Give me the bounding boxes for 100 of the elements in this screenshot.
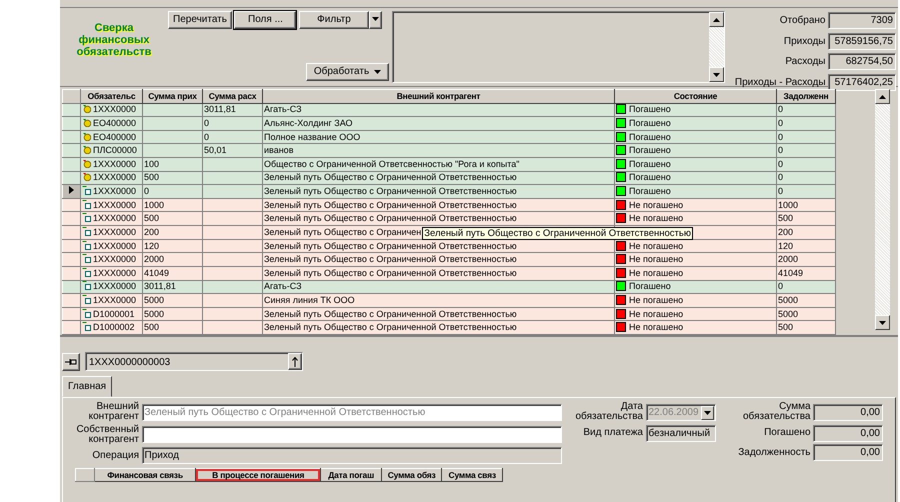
process-button[interactable]: Обработать: [306, 63, 390, 81]
table-cell: Зеленый путь Общество с Ограниченной Ответственностью: [262, 239, 614, 253]
table-cell: 100: [142, 158, 202, 172]
column-header: [76, 468, 95, 482]
document-icon: [82, 281, 91, 290]
document-icon: [82, 268, 91, 277]
table-cell: 0: [776, 144, 836, 158]
column-header: Финансовая связь: [94, 468, 196, 482]
status-text: Погашено: [629, 158, 671, 169]
table-cell: 500: [142, 320, 202, 334]
table-cell: 0: [776, 280, 836, 294]
table-cell: 50,01: [202, 144, 262, 158]
input-field[interactable]: 0,00: [813, 444, 883, 461]
status-text: Погашено: [629, 172, 671, 182]
column-header: [62, 90, 80, 104]
table-cell: 500: [776, 212, 836, 226]
table-cell: 0: [776, 171, 836, 185]
table-row[interactable]: 1XXX0000 41049 Зеленый путь Общество с Ограниченной Ответственностью Не погашено 41049: [62, 266, 836, 280]
table-row[interactable]: 1XXX0000 3011,81 Агать-СЗ Погашено 0: [62, 103, 836, 117]
table-cell: 1XXX0000: [93, 268, 136, 278]
table-cell: 120: [776, 239, 836, 253]
input-field[interactable]: Приход: [142, 447, 562, 464]
table-row[interactable]: ЕО400000 0 Полное название ООО Погашено 0: [62, 130, 836, 144]
stat-value: 57859156,75: [828, 32, 896, 50]
row-pointer-icon: [69, 186, 74, 194]
table-row[interactable]: 1XXX0000 0 Зеленый путь Общество с Ограниченной Ответственностью Погашено 0: [62, 184, 836, 198]
table-row[interactable]: D1000001 5000 Зеленый путь Общество с Ограниченной Ответственностью Не погашено 5000: [62, 307, 836, 321]
field-label: Дата обязательства: [574, 402, 643, 422]
field-label: Задолженность: [737, 448, 810, 458]
coin-icon: [82, 132, 91, 141]
table-cell: 500: [776, 320, 836, 334]
table-row[interactable]: 1XXX0000 5000 Синяя линия ТК ООО Не погашено 5000: [62, 294, 836, 308]
input-field[interactable]: 0,00: [813, 404, 883, 420]
column-header: Задолженн: [776, 90, 836, 104]
table-row[interactable]: D1000002 500 Зеленый путь Общество с Ограниченной Ответственностью Не погашено 500: [62, 320, 836, 334]
table-cell: 1000: [776, 198, 836, 212]
table-row[interactable]: 1XXX0000 2000 Зеленый путь Общество с Ограниченной Ответственностью Не погашено 2000: [62, 252, 836, 266]
table-cell: ЕО400000: [93, 132, 136, 142]
input-field[interactable]: Зеленый путь Общество с Ограниченной Ответственностью: [142, 404, 562, 420]
reread-button[interactable]: Перечитать: [168, 11, 232, 29]
status-text: Погашено: [629, 186, 671, 196]
status-text: Погашено: [629, 145, 671, 156]
input-field[interactable]: 0,00: [813, 424, 883, 442]
tab[interactable]: Главная: [62, 376, 112, 397]
input-field[interactable]: безналичный: [646, 424, 716, 442]
table-cell: 1XXX0000: [93, 281, 136, 292]
column-header: Внешний контрагент: [262, 90, 614, 104]
column-header: Сумма обяз: [381, 468, 442, 482]
memo-field[interactable]: [392, 11, 726, 83]
table-row[interactable]: ПЛС00000 50,01 иванов Погашено 0: [62, 144, 836, 158]
scrollbar[interactable]: [709, 12, 724, 82]
filter-button[interactable]: Фильтр: [298, 11, 369, 29]
table-cell: 0: [776, 158, 836, 172]
table-cell: 0: [776, 116, 836, 130]
document-icon: [82, 226, 91, 236]
table-cell: 1XXX0000: [93, 240, 136, 250]
table-cell: 1XXX0000: [93, 200, 136, 210]
table-row[interactable]: 1XXX0000 3011,81 Агать-СЗ Погашено 0: [62, 280, 836, 294]
status-text: Не погашено: [629, 294, 684, 305]
table-row[interactable]: 1XXX0000 120 Зеленый путь Общество с Ограниченной Ответственностью Не погашено 120: [62, 239, 836, 253]
page-title: Сверка финансовых обязательств: [76, 21, 152, 60]
coin-icon: [82, 145, 91, 154]
stat-label: Расходы: [784, 55, 826, 69]
table-cell: 0: [202, 116, 262, 130]
pin-button[interactable]: [62, 352, 80, 370]
column-header: Сумма прих: [142, 90, 202, 104]
table-cell: 3011,81: [202, 103, 262, 117]
status-text: Не погашено: [629, 268, 684, 278]
caret-icon: [372, 17, 379, 22]
document-icon: [82, 213, 91, 222]
table-row[interactable]: 1XXX0000 100 Общество с Ограниченной Ответсвенностью "Рога и копыта" Погашено 0: [62, 158, 836, 172]
pin-icon: [65, 358, 77, 366]
status-text: Не погашено: [629, 240, 684, 250]
input-field[interactable]: [142, 426, 562, 443]
table-cell: иванов: [262, 144, 614, 158]
caret-icon: [374, 70, 382, 74]
table-cell: Зеленый путь Общество с Ограниченной Ответственностью: [262, 307, 614, 321]
table-cell: Зеленый путь Общество с Ограниченной Ответственностью: [262, 266, 614, 280]
column-header: В процессе погашения: [196, 468, 321, 482]
row-selector[interactable]: [62, 184, 80, 198]
field-label: Вид платежа: [582, 428, 643, 438]
table-cell: 500: [142, 171, 202, 185]
scrollbar[interactable]: [875, 89, 890, 330]
table-cell: D1000002: [93, 322, 135, 332]
table-cell: Общество с Ограниченной Ответсвенностью "Рога и копыта": [262, 158, 614, 172]
table-row[interactable]: 1XXX0000 500 Зеленый путь Общество с Ограниченной Ответственностью Не погашено 500: [62, 212, 836, 226]
dropdown-button[interactable]: [368, 11, 382, 29]
table-cell: 0: [202, 130, 262, 144]
status-text: Не погашено: [629, 308, 684, 319]
table-cell: 41049: [142, 266, 202, 280]
status-text: Погашено: [629, 104, 671, 114]
table-row[interactable]: ЕО400000 0 Альянс-Холдинг ЗАО Погашено 0: [62, 116, 836, 130]
document-icon: [82, 254, 91, 264]
caret-up-icon: [879, 94, 886, 98]
stat-label: Отобрано: [778, 14, 826, 28]
fields-button[interactable]: Поля ...: [234, 11, 296, 29]
table-row[interactable]: 1XXX0000 500 Зеленый путь Общество с Ограниченной Ответственностью Погашено 0: [62, 171, 836, 185]
column-header: Сумма расх: [202, 90, 262, 104]
table-row[interactable]: 1XXX0000 1000 Зеленый путь Общество с Ограниченной Ответственностью Не погашено 1000: [62, 198, 836, 212]
status-text: Не погашено: [629, 200, 684, 210]
